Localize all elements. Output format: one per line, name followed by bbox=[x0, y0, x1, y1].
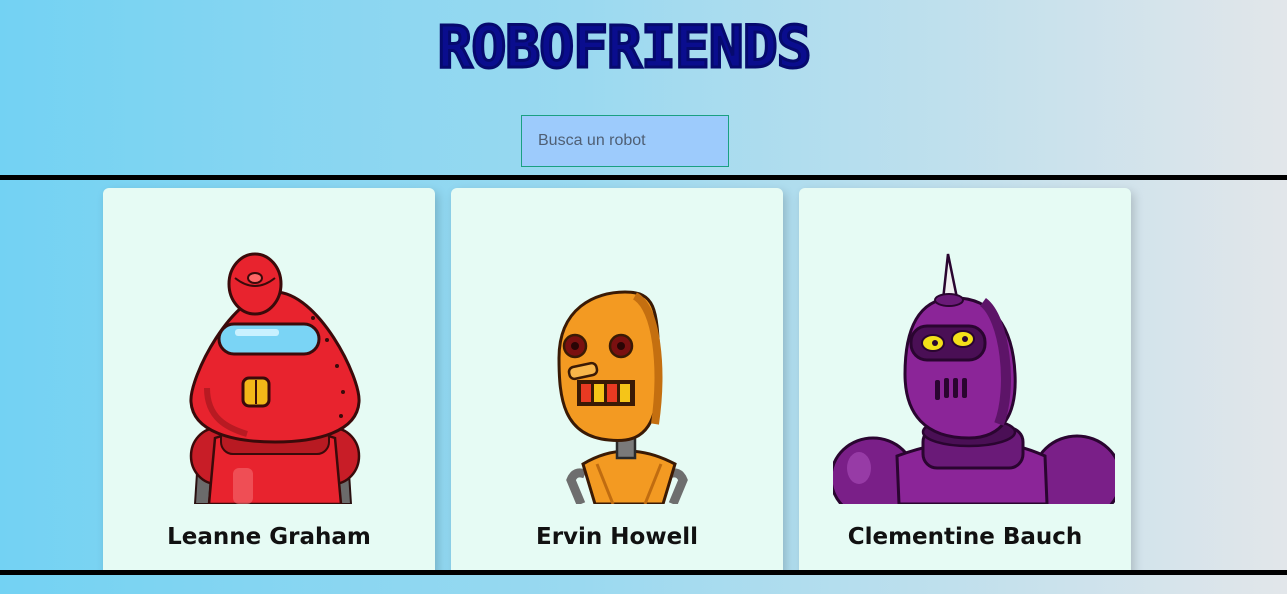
robot-name: Clementine Bauch bbox=[847, 524, 1083, 550]
search-input[interactable] bbox=[521, 115, 729, 167]
red-robot-icon bbox=[137, 188, 419, 504]
robot-name: Leanne Graham bbox=[167, 524, 371, 550]
robot-card-list[interactable]: Leanne Graham Ervin Howell Clementine Ba… bbox=[0, 175, 1287, 575]
robot-card[interactable]: Leanne Graham bbox=[103, 188, 435, 570]
robot-name: Ervin Howell bbox=[536, 524, 698, 550]
page-title: ROBOFRIENDS bbox=[436, 13, 813, 82]
orange-robot-icon bbox=[485, 188, 767, 504]
purple-robot-icon bbox=[833, 188, 1115, 504]
robot-card[interactable]: Ervin Howell bbox=[451, 188, 783, 570]
robot-card[interactable]: Clementine Bauch bbox=[799, 188, 1131, 570]
